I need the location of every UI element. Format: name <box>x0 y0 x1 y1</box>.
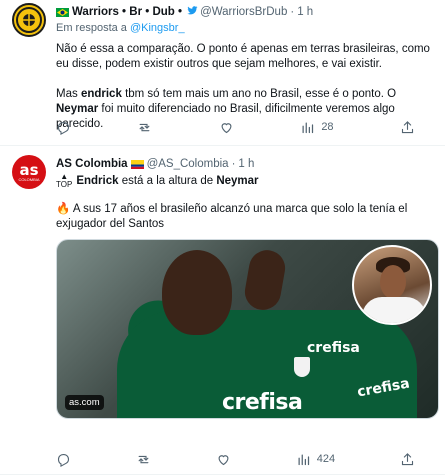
avatar-as-colombia[interactable]: as COLOMBIA <box>12 155 46 189</box>
inset-shirt <box>362 297 426 323</box>
tweet-time[interactable]: 1 h <box>297 6 313 18</box>
player-hand <box>242 247 288 313</box>
inset-face <box>380 265 406 299</box>
as-logo-text: as <box>19 160 39 179</box>
as-logo-subtext: COLOMBIA <box>18 176 40 182</box>
share-icon <box>401 452 414 465</box>
colombia-flag-icon <box>130 159 144 169</box>
retweet-icon <box>140 123 150 131</box>
media-source-label[interactable]: as.com <box>65 395 104 410</box>
retweet-button[interactable] <box>136 450 151 468</box>
reply-icon <box>57 121 70 135</box>
share-button[interactable] <box>400 118 415 136</box>
author-handle[interactable]: @WarriorsBrDub <box>200 6 287 18</box>
reply-prefix: Em resposta a <box>56 22 127 34</box>
highlight-endrick: endrick <box>80 88 122 100</box>
views-button[interactable]: 28 <box>300 118 334 136</box>
headline-text: está a la altura de <box>121 175 214 187</box>
tweet-media-image[interactable]: crefisa crefisa crefisa as.com <box>56 239 439 419</box>
share-icon <box>401 120 414 133</box>
headline-neymar: Neymar <box>216 175 259 187</box>
separator-dot: · <box>290 6 295 18</box>
tweet-body: A sus 17 años el brasileño alcanzó una m… <box>56 203 408 230</box>
inset-neymar-photo <box>352 245 432 325</box>
tweet-actions: 424 <box>56 450 415 468</box>
tweet-as-colombia[interactable]: as COLOMBIA AS Colombia @AS_Colombia · 1… <box>0 147 445 475</box>
reply-context: Em resposta a @Kingsbr_ <box>56 22 435 38</box>
views-icon <box>302 122 314 133</box>
text-segment: Mas <box>56 88 78 100</box>
share-button[interactable] <box>400 450 415 468</box>
views-count: 424 <box>316 453 336 465</box>
author-name[interactable]: Warriors • Br • Dub • <box>72 6 182 18</box>
reply-icon <box>57 453 70 467</box>
views-count: 28 <box>321 121 334 133</box>
headline-endrick: Endrick <box>76 175 119 187</box>
player-head <box>162 250 232 335</box>
author-handle[interactable]: @AS_Colombia <box>147 158 229 170</box>
tweet-header: Warriors • Br • Dub • @WarriorsBrDub · 1… <box>56 4 435 20</box>
like-icon <box>218 454 229 465</box>
separator-dot: · <box>231 158 236 170</box>
tweet-header: AS Colombia @AS_Colombia · 1 h <box>56 156 435 172</box>
fire-icon: 🔥 <box>56 203 71 215</box>
like-icon <box>221 122 232 133</box>
reply-button[interactable] <box>56 450 71 468</box>
retweet-button[interactable] <box>137 118 152 136</box>
as-logo: as COLOMBIA <box>18 160 40 182</box>
highlight-neymar: Neymar <box>56 103 99 115</box>
reply-mention-link[interactable]: @Kingsbr_ <box>130 22 185 34</box>
reply-button[interactable] <box>56 118 71 136</box>
tweet-warriors[interactable]: Warriors • Br • Dub • @WarriorsBrDub · 1… <box>0 0 445 146</box>
avatar-warriors[interactable] <box>12 3 46 37</box>
top-badge-text: TOP <box>56 180 73 189</box>
text-segment: tbm só tem mais um ano no Brasil, esse é… <box>125 88 397 100</box>
like-button[interactable] <box>216 450 231 468</box>
tweet-text: 🔥 A sus 17 años el brasileño alcanzó una… <box>56 202 435 232</box>
views-icon <box>298 454 309 465</box>
headline: ▲ TOP Endrick está a la altura de Neymar <box>56 173 435 189</box>
author-name[interactable]: AS Colombia <box>56 158 128 170</box>
retweet-icon <box>138 455 149 463</box>
like-button[interactable] <box>219 118 234 136</box>
brazil-flag-icon <box>56 7 69 17</box>
views-button[interactable]: 424 <box>296 450 335 468</box>
warriors-logo-icon <box>16 7 42 33</box>
club-badge-icon <box>292 355 312 379</box>
sponsor-text: crefisa <box>307 340 360 356</box>
tweet-actions: 28 <box>56 118 415 136</box>
twitter-bird-icon <box>187 6 198 18</box>
top-badge-icon: ▲ TOP <box>56 172 73 189</box>
tweet-time[interactable]: 1 h <box>238 158 254 170</box>
tweet-paragraph-1: Não é essa a comparação. O ponto é apena… <box>56 43 430 70</box>
sponsor-text-large: crefisa <box>222 390 303 415</box>
